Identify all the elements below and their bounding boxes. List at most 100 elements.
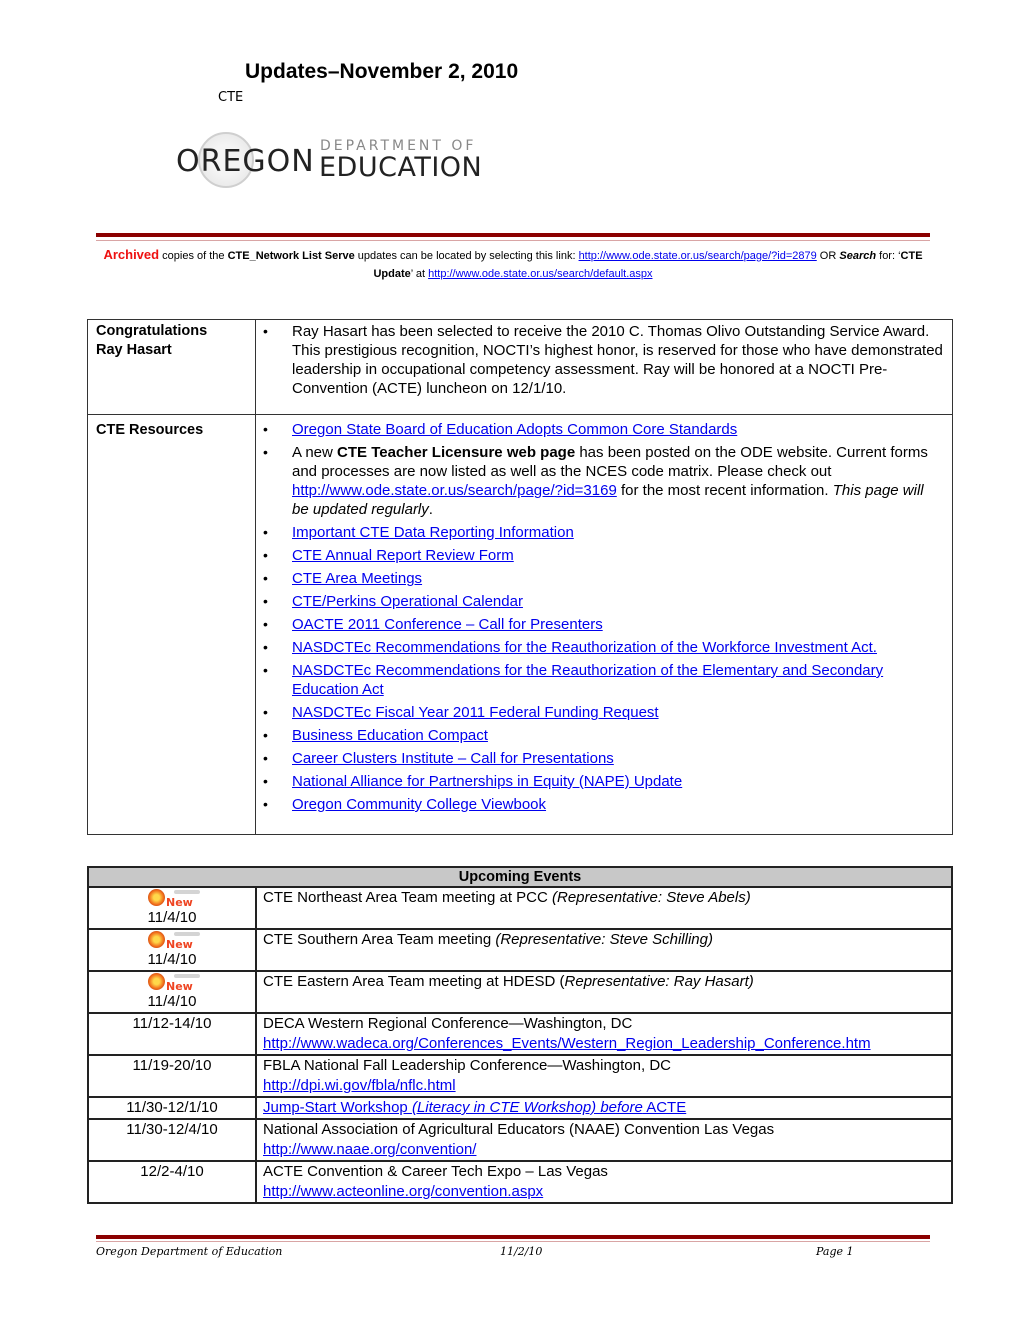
event-date: 12/2-4/10: [140, 1163, 204, 1180]
event-date-cell: 12/2-4/10: [87, 1160, 257, 1204]
archive-text: for: ‘: [876, 250, 901, 262]
archive-text: OR: [816, 250, 840, 262]
resource-link[interactable]: National Alliance for Partnerships in Eq…: [292, 773, 682, 790]
list-item: National Alliance for Partnerships in Eq…: [260, 772, 944, 791]
list-item: NASDCTEc Recommendations for the Reautho…: [260, 638, 944, 657]
resource-link[interactable]: Career Clusters Institute – Call for Pre…: [292, 750, 614, 767]
event-date-cell: 11/30-12/4/10: [87, 1118, 257, 1162]
upcoming-events-table: Upcoming Events New 11/4/10 CTE Northeast …: [87, 866, 953, 1204]
new-badge-icon: New: [144, 930, 200, 951]
event-date: 11/30-12/4/10: [126, 1121, 218, 1138]
footer-page-number: Page 1: [816, 1245, 854, 1258]
resource-link[interactable]: CTE/Perkins Operational Calendar: [292, 593, 523, 610]
event-description-cell: CTE Eastern Area Team meeting at HDESD (…: [255, 970, 953, 1014]
list-item: Ray Hasart has been selected to receive …: [260, 322, 944, 398]
licensure-title: CTE Teacher Licensure web page: [337, 444, 576, 461]
event-description-cell: FBLA National Fall Leadership Conference…: [255, 1054, 953, 1098]
footer-divider: [96, 1235, 930, 1239]
text: for the most recent information.: [616, 482, 833, 499]
resource-link[interactable]: CTE Area Meetings: [292, 570, 422, 587]
event-description-cell: ACTE Convention & Career Tech Expo – Las…: [255, 1160, 953, 1204]
event-representative: (Representative: Steve Schilling): [495, 931, 713, 948]
new-badge-icon: New: [144, 972, 200, 993]
event-link[interactable]: http://www.wadeca.org/Conferences_Events…: [263, 1035, 871, 1052]
resources-row: CTE Resources Oregon State Board of Educ…: [87, 414, 953, 835]
event-title: CTE Northeast Area Team meeting at PCC: [263, 889, 553, 906]
event-date-cell: 11/30-12/1/10: [87, 1096, 257, 1120]
resource-link[interactable]: NASDCTEc Fiscal Year 2011 Federal Fundin…: [292, 704, 659, 721]
event-title: National Association of Agricultural Edu…: [263, 1121, 775, 1138]
new-badge-label: New: [166, 896, 193, 909]
event-date-cell: New 11/4/10: [87, 928, 257, 972]
archive-text: updates can be located by selecting this…: [354, 250, 579, 262]
list-item: NASDCTEc Recommendations for the Reautho…: [260, 661, 944, 699]
list-item: Oregon State Board of Education Adopts C…: [260, 420, 944, 439]
event-link[interactable]: http://www.naae.org/convention/: [263, 1141, 476, 1158]
archive-text: ’ at: [410, 268, 429, 280]
search-link[interactable]: http://www.ode.state.or.us/search/defaul…: [428, 268, 652, 280]
resource-link[interactable]: NASDCTEc Recommendations for the Reautho…: [292, 639, 877, 656]
list-item: Important CTE Data Reporting Information: [260, 523, 944, 542]
event-representative: Representative: Ray Hasart): [564, 973, 754, 990]
event-description-cell: Jump-Start Workshop (Literacy in CTE Wor…: [255, 1096, 953, 1120]
event-title: ACTE Convention & Career Tech Expo – Las…: [263, 1163, 608, 1180]
event-link[interactable]: http://www.acteonline.org/convention.asp…: [263, 1183, 543, 1200]
footer-divider-thin: [96, 1241, 930, 1242]
event-row: 11/12-14/10 DECA Western Regional Confere…: [87, 1012, 953, 1056]
label-line: Ray Hasart: [96, 342, 172, 358]
event-link[interactable]: http://dpi.wi.gov/fbla/nflc.html: [263, 1077, 456, 1094]
new-badge-label: New: [166, 938, 193, 951]
event-row: 12/2-4/10 ACTE Convention & Career Tech E…: [87, 1160, 953, 1204]
logo-oregon-text: OREGON: [176, 144, 315, 179]
event-row: New 11/4/10 CTE Eastern Area Team meeting …: [87, 970, 953, 1014]
event-date-cell: New 11/4/10: [87, 886, 257, 930]
resource-link[interactable]: NASDCTEc Recommendations for the Reautho…: [292, 662, 883, 698]
archived-label: Archived: [103, 247, 160, 262]
event-description-cell: National Association of Agricultural Edu…: [255, 1118, 953, 1162]
list-item: A new CTE Teacher Licensure web page has…: [260, 443, 944, 519]
event-date-cell: 11/12-14/10: [87, 1012, 257, 1056]
list-item: OACTE 2011 Conference – Call for Present…: [260, 615, 944, 634]
resource-link[interactable]: Important CTE Data Reporting Information: [292, 524, 574, 541]
text: A new: [292, 444, 338, 461]
resources-label: CTE Resources: [87, 414, 256, 835]
header-divider: [96, 233, 930, 237]
event-row: 11/19-20/10 FBLA National Fall Leadership…: [87, 1054, 953, 1098]
new-badge-label: New: [166, 980, 193, 993]
congratulations-row: Congratulations Ray Hasart Ray Hasart ha…: [87, 319, 953, 415]
resource-link[interactable]: OACTE 2011 Conference – Call for Present…: [292, 616, 603, 633]
text: .: [428, 501, 433, 518]
search-label: Search: [839, 250, 877, 262]
footer-date: 11/2/10: [500, 1245, 543, 1258]
events-header: Upcoming Events: [87, 866, 953, 888]
starburst-icon: [148, 889, 165, 906]
event-date-cell: 11/19-20/10: [87, 1054, 257, 1098]
starburst-icon: [148, 931, 165, 948]
resource-link[interactable]: CTE Annual Report Review Form: [292, 547, 514, 564]
list-item: Business Education Compact: [260, 726, 944, 745]
list-item: CTE Annual Report Review Form: [260, 546, 944, 565]
event-row: New 11/4/10 CTE Southern Area Team meeting…: [87, 928, 953, 972]
list-item: CTE/Perkins Operational Calendar: [260, 592, 944, 611]
archive-link[interactable]: http://www.ode.state.or.us/search/page/?…: [579, 250, 817, 262]
licensure-link[interactable]: http://www.ode.state.or.us/search/page/?…: [292, 482, 617, 499]
starburst-icon: [148, 973, 165, 990]
resource-link[interactable]: Oregon State Board of Education Adopts C…: [292, 421, 737, 438]
event-description-cell: CTE Southern Area Team meeting (Represen…: [255, 928, 953, 972]
event-row: 11/30-12/1/10 Jump-Start Workshop (Litera…: [87, 1096, 953, 1120]
event-description-cell: DECA Western Regional Conference—Washing…: [255, 1012, 953, 1056]
list-item: CTE Area Meetings: [260, 569, 944, 588]
list-name: CTE_Network List Serve: [227, 250, 355, 262]
event-link[interactable]: Jump-Start Workshop (Literacy in CTE Wor…: [263, 1099, 686, 1116]
header-divider-thin: [96, 240, 930, 241]
event-date-cell: New 11/4/10: [87, 970, 257, 1014]
event-title: DECA Western Regional Conference—Washing…: [263, 1015, 633, 1032]
resources-content: Oregon State Board of Education Adopts C…: [255, 414, 953, 835]
resource-link[interactable]: Oregon Community College Viewbook: [292, 796, 546, 813]
footer-org: Oregon Department of Education: [96, 1245, 283, 1258]
list-item: NASDCTEc Fiscal Year 2011 Federal Fundin…: [260, 703, 944, 722]
resource-link[interactable]: Business Education Compact: [292, 727, 488, 744]
congratulations-label: Congratulations Ray Hasart: [87, 319, 256, 415]
event-date: 11/19-20/10: [132, 1057, 212, 1074]
list-item: Oregon Community College Viewbook: [260, 795, 944, 814]
